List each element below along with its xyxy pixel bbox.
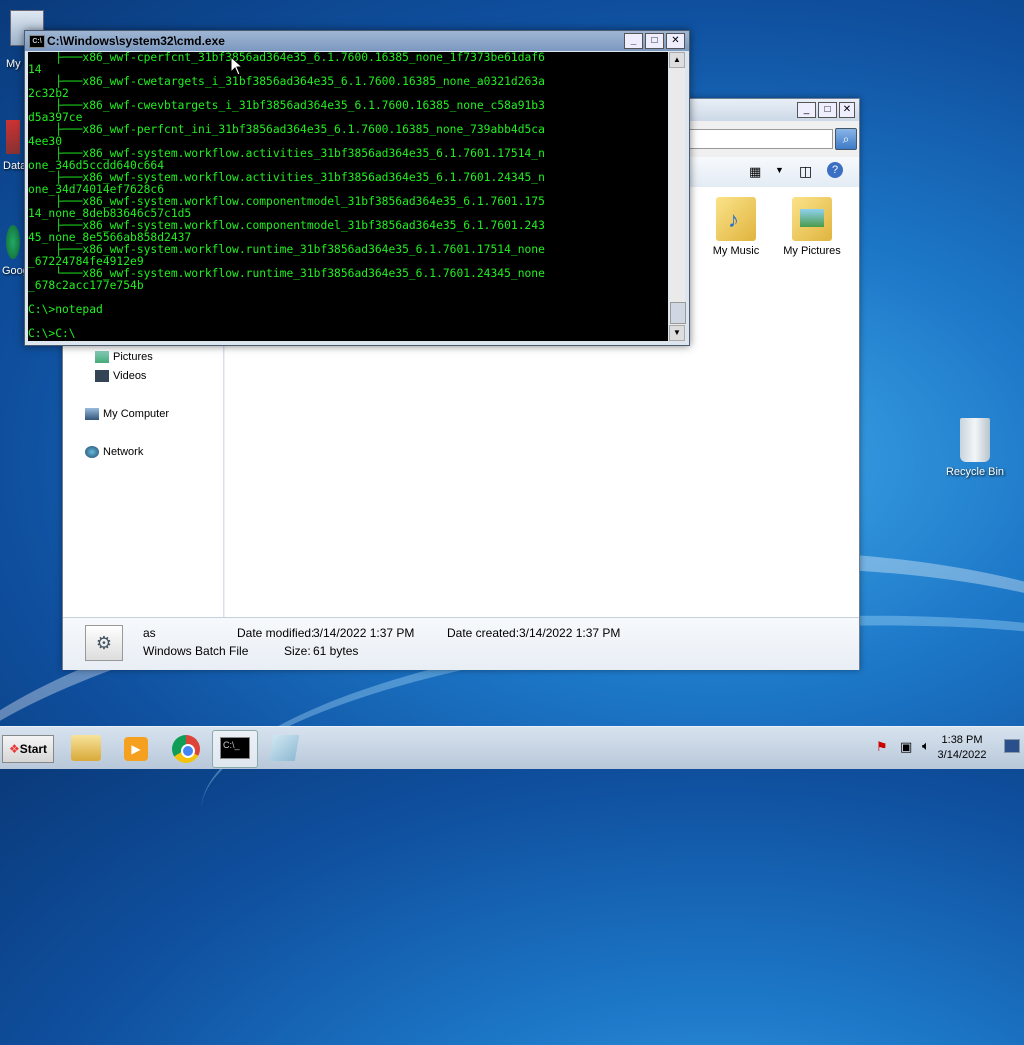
search-input[interactable] bbox=[683, 129, 833, 149]
date-modified-label: Date modified: bbox=[237, 626, 315, 640]
console-line: C:\>notepad bbox=[28, 303, 103, 316]
start-label: Start bbox=[19, 742, 48, 756]
chrome-icon bbox=[6, 225, 20, 259]
close-button[interactable]: ✕ bbox=[839, 102, 855, 118]
start-button[interactable]: ❖Start bbox=[2, 735, 54, 763]
clock-time: 1:38 PM bbox=[941, 734, 983, 746]
mouse-cursor-icon bbox=[230, 56, 244, 76]
cmd-title: C:\Windows\system32\cmd.exe bbox=[47, 34, 225, 48]
computer-icon bbox=[85, 408, 99, 420]
nav-item-my-computer[interactable]: My Computer bbox=[85, 408, 169, 420]
clock-date: 3/14/2022 bbox=[937, 749, 987, 761]
cmd-icon: C:\ bbox=[29, 35, 45, 48]
cmd-titlebar[interactable]: C:\ C:\Windows\system32\cmd.exe _ □ ✕ bbox=[25, 31, 689, 51]
pictures-folder-icon bbox=[792, 197, 832, 241]
taskbar-explorer[interactable] bbox=[64, 730, 108, 766]
console-output[interactable]: ├───x86_wwf-cperfcnt_31bf3856ad364e35_6.… bbox=[28, 52, 668, 341]
file-name: as bbox=[143, 626, 156, 640]
nav-item-label: Pictures bbox=[113, 351, 153, 363]
folder-item-my-pictures[interactable]: My Pictures bbox=[777, 197, 847, 257]
help-icon[interactable]: ? bbox=[827, 162, 843, 178]
size-label: Size: bbox=[284, 644, 311, 658]
console-scrollbar[interactable]: ▲ ▼ bbox=[669, 52, 686, 341]
action-center-flag-icon[interactable]: ⚑ bbox=[876, 739, 888, 755]
scroll-down-button[interactable]: ▼ bbox=[669, 325, 685, 341]
taskbar-media-player[interactable]: ▶ bbox=[114, 730, 158, 766]
notepad-icon bbox=[268, 735, 300, 761]
chevron-down-icon[interactable]: ▼ bbox=[775, 165, 784, 175]
preview-pane-icon[interactable]: ◫ bbox=[799, 163, 812, 180]
desktop-icon-label: My bbox=[6, 58, 21, 70]
search-icon: ⌕ bbox=[842, 132, 850, 146]
batch-file-icon: ⚙ bbox=[85, 625, 123, 661]
console-line: ├───x86_wwf-cwetargets_i_31bf3856ad364e3… bbox=[28, 75, 545, 88]
pictures-icon bbox=[95, 351, 109, 363]
cmd-icon: C:\_ bbox=[220, 737, 250, 759]
console-line: C:\>C:\ bbox=[28, 327, 76, 340]
console-line: ├───x86_wwf-cperfcnt_31bf3856ad364e35_6.… bbox=[28, 52, 545, 64]
close-button[interactable]: ✕ bbox=[666, 33, 685, 49]
network-icon bbox=[85, 446, 99, 458]
recycle-bin-label: Recycle Bin bbox=[945, 466, 1005, 478]
taskbar-chrome[interactable] bbox=[164, 730, 208, 766]
nav-item-videos[interactable]: Videos bbox=[95, 370, 146, 382]
windows-logo-icon: ❖ bbox=[8, 742, 20, 756]
videos-icon bbox=[95, 370, 109, 382]
details-pane: ⚙ as Windows Batch File Date modified: 3… bbox=[63, 617, 859, 670]
date-created-value: 3/14/2022 1:37 PM bbox=[519, 626, 621, 640]
chrome-icon bbox=[172, 735, 200, 763]
folder-label: My Pictures bbox=[783, 245, 841, 257]
media-player-icon: ▶ bbox=[124, 737, 148, 761]
taskbar-cmd[interactable]: C:\_ bbox=[212, 730, 258, 768]
date-modified-value: 3/14/2022 1:37 PM bbox=[313, 626, 415, 640]
folder-label: My Music bbox=[712, 245, 760, 257]
taskbar-notepad[interactable] bbox=[262, 730, 306, 766]
system-tray: ⚑ ▣ 🔈︎ 1:38 PM 3/14/2022 bbox=[864, 727, 1024, 769]
view-options-icon[interactable]: ▦ bbox=[749, 164, 761, 180]
maximize-button[interactable]: □ bbox=[645, 33, 664, 49]
maximize-button[interactable]: □ bbox=[818, 102, 837, 118]
scroll-thumb[interactable] bbox=[670, 302, 686, 324]
size-value: 61 bytes bbox=[313, 644, 359, 658]
minimize-button[interactable]: _ bbox=[624, 33, 643, 49]
nav-item-label: My Computer bbox=[103, 408, 170, 420]
taskbar: ❖Start ▶ C:\_ ⚑ ▣ 🔈︎ 1:38 PM 3/14/2022 bbox=[0, 726, 1024, 769]
clock[interactable]: 1:38 PM 3/14/2022 bbox=[932, 733, 992, 763]
console-line: ├───x86_wwf-perfcnt_ini_31bf3856ad364e35… bbox=[28, 123, 545, 136]
recycle-bin[interactable]: Recycle Bin bbox=[942, 418, 1008, 478]
volume-icon[interactable]: 🔈︎ bbox=[922, 738, 930, 754]
search-button[interactable]: ⌕ bbox=[835, 128, 857, 150]
nav-item-pictures[interactable]: Pictures bbox=[95, 351, 153, 363]
explorer-icon bbox=[71, 735, 101, 761]
show-desktop-button[interactable] bbox=[1004, 739, 1020, 753]
file-type: Windows Batch File bbox=[143, 644, 249, 658]
music-folder-icon: ♪ bbox=[716, 197, 756, 241]
scroll-up-button[interactable]: ▲ bbox=[669, 52, 685, 68]
network-icon[interactable]: ▣ bbox=[900, 739, 912, 755]
cmd-window[interactable]: C:\ C:\Windows\system32\cmd.exe _ □ ✕ ├─… bbox=[24, 30, 690, 346]
nav-item-network[interactable]: Network bbox=[85, 446, 143, 458]
nav-item-label: Videos bbox=[113, 370, 147, 382]
recycle-bin-icon bbox=[960, 418, 990, 462]
minimize-button[interactable]: _ bbox=[797, 102, 816, 118]
console-line: ├───x86_wwf-cwevbtargets_i_31bf3856ad364… bbox=[28, 99, 545, 112]
data-icon bbox=[6, 120, 20, 154]
console-line: _678c2acc177e754b bbox=[28, 279, 144, 292]
desktop-icon-label: Data bbox=[3, 160, 27, 172]
date-created-label: Date created: bbox=[447, 626, 520, 640]
nav-item-label: Network bbox=[103, 446, 144, 458]
folder-item-my-music[interactable]: ♪ My Music bbox=[701, 197, 771, 257]
